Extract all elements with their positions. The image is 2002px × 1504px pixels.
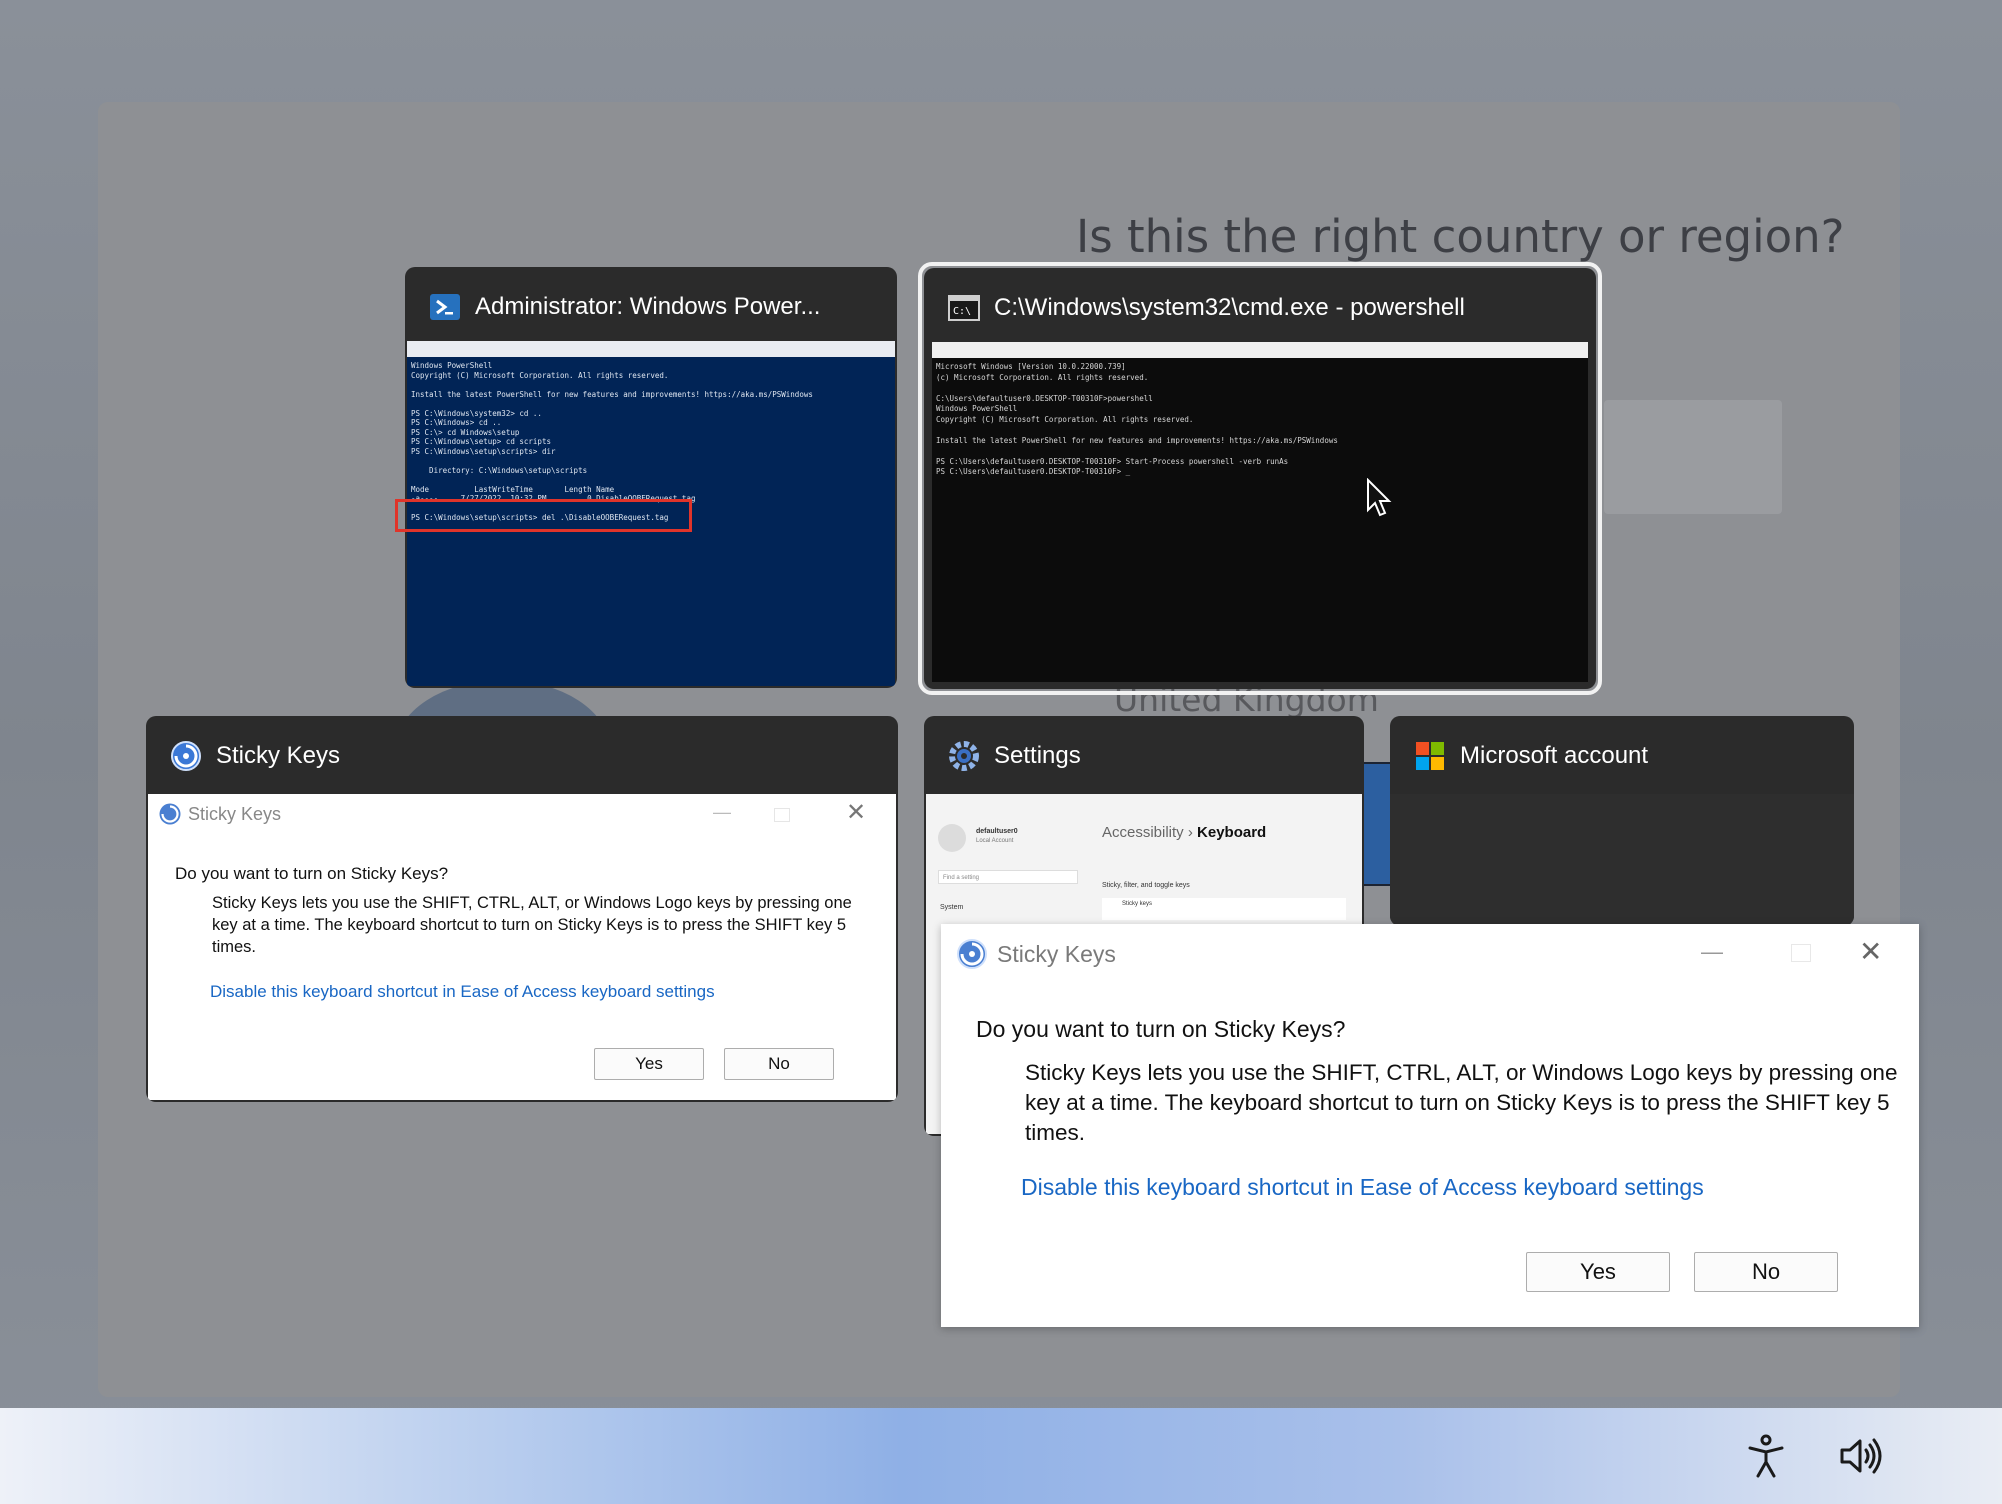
card-title: C:\Windows\system32\cmd.exe - powershell — [994, 294, 1465, 321]
terminal-line: Windows PowerShell — [936, 404, 1018, 413]
taskbar — [0, 1408, 2002, 1504]
breadcrumb-separator: › — [1187, 824, 1193, 841]
card-title: Settings — [994, 742, 1081, 769]
terminal-line: PS C:\Users\defaultuser0.DESKTOP-T00310F… — [936, 467, 1131, 476]
dialog-question: Do you want to turn on Sticky Keys? — [976, 1016, 1346, 1042]
terminal-line: Copyright (C) Microsoft Corporation. All… — [411, 370, 669, 380]
sticky-keys-dialog: Sticky Keys — ✕ Do you want to turn on S… — [941, 924, 1919, 1327]
powershell-icon — [430, 294, 460, 320]
switcher-card-cmd[interactable]: C:\ C:\Windows\system32\cmd.exe - powers… — [924, 268, 1596, 689]
terminal-line: Mode LastWriteTime Length Name — [411, 484, 615, 494]
gear-icon — [949, 741, 979, 771]
highlight-box — [395, 499, 692, 532]
no-button: No — [724, 1048, 834, 1080]
terminal-line: PS C:\Windows\setup> cd scripts — [411, 437, 551, 446]
settings-user-name: defaultuser0 — [976, 828, 1018, 835]
svg-text:C:\: C:\ — [953, 306, 971, 317]
settings-row-sticky-keys: Sticky keys — [1102, 898, 1346, 920]
oobe-region-list — [1604, 400, 1782, 514]
settings-nav-system: System — [940, 904, 964, 911]
breadcrumb-current: Keyboard — [1197, 824, 1267, 841]
terminal-line: Install the latest PowerShell for new fe… — [936, 435, 1338, 445]
no-button[interactable]: No — [1694, 1252, 1838, 1292]
terminal-line: PS C:\> cd Windows\setup — [411, 427, 520, 437]
terminal-line: (c) Microsoft Corporation. All rights re… — [936, 372, 1149, 382]
settings-search-input: Find a setting — [938, 870, 1078, 884]
breadcrumb-parent: Accessibility — [1102, 824, 1184, 841]
microsoft-account-thumbnail — [1390, 794, 1854, 926]
maximize-icon — [1791, 944, 1811, 962]
yes-button: Yes — [594, 1048, 704, 1080]
cmd-icon: C:\ — [948, 295, 980, 321]
disable-shortcut-link[interactable]: Disable this keyboard shortcut in Ease o… — [1021, 1174, 1704, 1201]
dialog-body: Sticky Keys lets you use the SHIFT, CTRL… — [1025, 1060, 1898, 1145]
dialog-question: Do you want to turn on Sticky Keys? — [175, 864, 449, 883]
terminal-line: PS C:\Users\defaultuser0.DESKTOP-T00310F… — [936, 456, 1289, 466]
sticky-keys-thumbnail: Sticky Keys — ✕ Do you want to turn on S… — [148, 794, 896, 1100]
switcher-card-sticky-keys[interactable]: Sticky Keys Sticky Keys — ✕ Do you want … — [146, 716, 898, 1102]
terminal-line: PS C:\Windows> cd .. — [411, 418, 502, 427]
close-icon: ✕ — [846, 799, 867, 826]
terminal-line: Install the latest PowerShell for new fe… — [411, 389, 813, 399]
ease-of-access-icon — [159, 803, 181, 825]
volume-icon[interactable] — [1836, 1432, 1884, 1480]
terminal-line: C:\Users\defaultuser0.DESKTOP-T00310F>po… — [936, 393, 1153, 403]
thumb-titlebar — [932, 342, 1588, 358]
minimize-button[interactable]: — — [1684, 932, 1740, 972]
settings-section-title: Sticky, filter, and toggle keys — [1102, 882, 1190, 889]
card-title: Microsoft account — [1460, 742, 1649, 769]
dialog-caption: Sticky Keys — [997, 941, 1116, 967]
terminal-line: Windows PowerShell — [411, 361, 493, 370]
ease-of-access-icon — [171, 741, 201, 771]
terminal-line: Microsoft Windows [Version 10.0.22000.73… — [936, 362, 1126, 371]
accessibility-icon[interactable] — [1742, 1432, 1790, 1480]
avatar — [938, 824, 966, 852]
cmd-thumbnail: Microsoft Windows [Version 10.0.22000.73… — [932, 342, 1588, 682]
thumb-titlebar — [407, 341, 895, 357]
dialog-body: Sticky Keys lets you use the SHIFT, CTRL… — [212, 894, 852, 956]
oobe-region-question: Is this the right country or region? — [1076, 210, 1845, 263]
terminal-line: PS C:\Windows\setup\scripts> dir — [411, 446, 556, 456]
microsoft-logo-icon — [1416, 742, 1444, 770]
disable-shortcut-link: Disable this keyboard shortcut in Ease o… — [210, 982, 715, 1001]
close-button[interactable]: ✕ — [1859, 932, 1915, 972]
yes-button[interactable]: Yes — [1526, 1252, 1670, 1292]
terminal-line: Directory: C:\Windows\setup\scripts — [411, 465, 588, 475]
ease-of-access-icon — [957, 939, 987, 969]
minimize-icon: — — [713, 802, 731, 822]
terminal-line: Copyright (C) Microsoft Corporation. All… — [936, 414, 1194, 424]
card-title: Administrator: Windows Power... — [475, 293, 821, 320]
card-title: Sticky Keys — [216, 742, 341, 769]
cmd-output: Microsoft Windows [Version 10.0.22000.73… — [932, 358, 1588, 482]
maximize-button[interactable] — [1773, 932, 1829, 972]
breadcrumb: Accessibility › Keyboard — [1102, 824, 1266, 841]
terminal-line: PS C:\Windows\system32> cd .. — [411, 408, 542, 418]
mouse-cursor-icon — [1367, 478, 1392, 517]
switcher-card-powershell-admin[interactable]: Administrator: Windows Power... Windows … — [405, 267, 897, 688]
settings-user-sub: Local Account — [976, 838, 1014, 844]
switcher-card-microsoft-account[interactable]: Microsoft account — [1390, 716, 1854, 926]
maximize-icon — [774, 808, 790, 822]
dialog-caption: Sticky Keys — [188, 804, 282, 824]
